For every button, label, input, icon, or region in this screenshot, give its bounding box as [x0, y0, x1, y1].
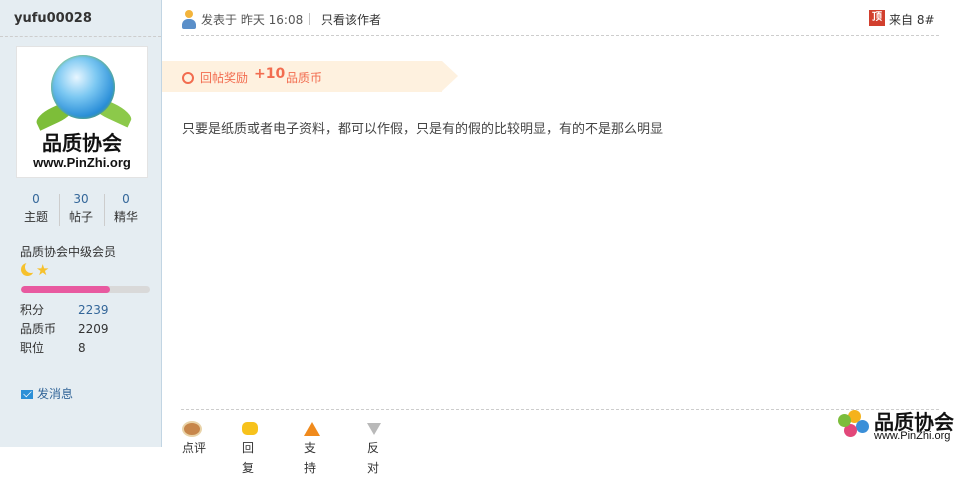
send-message-link[interactable]: 发消息	[21, 385, 73, 402]
user-group[interactable]: 品质协会中级会员	[20, 243, 116, 260]
stat-posts-value: 30	[73, 192, 89, 206]
star-icon: ★	[36, 261, 50, 279]
divider	[181, 35, 939, 36]
stat-topics[interactable]: 0 主题	[14, 190, 58, 226]
info-key: 品质币	[20, 322, 57, 336]
send-message-label: 发消息	[37, 387, 74, 401]
stat-digest[interactable]: 0 精华	[104, 190, 148, 226]
user-stats: 0 主题 30 帖子 0 精华	[14, 190, 148, 230]
comment-button[interactable]: 点评	[182, 418, 206, 455]
user-online-icon	[181, 10, 197, 30]
globe-icon	[51, 55, 115, 119]
stat-posts-label: 帖子	[68, 210, 93, 224]
reply-reward-banner: 回帖奖励 +10 品质币	[162, 61, 458, 92]
username-link[interactable]: yufu00028	[14, 11, 92, 26]
divider	[181, 409, 939, 410]
comment-icon	[182, 420, 202, 437]
ring-icon	[182, 72, 194, 84]
divider	[0, 36, 161, 37]
reward-unit: 品质币	[286, 71, 323, 85]
info-value: 8	[78, 341, 86, 355]
arrow-down-icon	[367, 422, 381, 435]
site-watermark: 品质协会 www.PinZhi.org	[838, 406, 958, 446]
reward-amount: +10	[254, 66, 286, 82]
arrow-up-icon	[304, 421, 320, 436]
user-sidebar: yufu00028 品质协会 www.PinZhi.org 0 主题 30 帖子…	[0, 0, 162, 447]
comment-label: 点评	[182, 441, 207, 455]
support-button[interactable]: 支持	[304, 418, 326, 475]
support-label: 支持	[304, 441, 317, 475]
oppose-button[interactable]: 反对	[367, 418, 387, 475]
bump-icon[interactable]: 顶	[869, 10, 885, 26]
moon-icon	[21, 261, 37, 276]
info-key: 职位	[20, 341, 45, 355]
reply-label: 回复	[242, 441, 255, 475]
info-row-position: 职位 8	[20, 339, 150, 358]
level-progress-bar	[21, 286, 150, 293]
reply-button[interactable]: 回复	[242, 418, 262, 475]
logo-petal	[838, 414, 851, 427]
stat-digest-label: 精华	[113, 210, 138, 224]
reward-label: 回帖奖励	[200, 71, 249, 85]
user-info: 积分 2239 品质币 2209 职位 8	[20, 301, 150, 358]
stat-posts[interactable]: 30 帖子	[59, 190, 103, 226]
avatar-url: www.PinZhi.org	[33, 155, 131, 170]
post-header: 发表于 昨天 16:08 只看该作者 顶 来自 8#	[181, 8, 941, 30]
info-row-points: 积分 2239	[20, 301, 150, 320]
info-key: 积分	[20, 303, 45, 317]
level-progress-fill	[21, 286, 110, 293]
post-time: 发表于 昨天 16:08	[201, 13, 304, 27]
stat-topics-label: 主题	[23, 210, 48, 224]
avatar-title: 品质协会	[42, 131, 122, 155]
mail-icon	[21, 390, 33, 399]
stat-digest-value: 0	[122, 192, 130, 206]
stat-topics-value: 0	[32, 192, 40, 206]
oppose-label: 反对	[367, 441, 380, 475]
logo-petal	[856, 420, 869, 433]
info-row-coins: 品质币 2209	[20, 320, 150, 339]
reply-icon	[242, 422, 258, 435]
watermark-url: www.PinZhi.org	[874, 430, 951, 442]
info-value[interactable]: 2239	[78, 301, 109, 320]
info-value: 2209	[78, 322, 109, 336]
post-content: 只要是纸质或者电子资料，都可以作假，只是有的假的比较明显，有的不是那么明显	[182, 122, 664, 137]
floor-number[interactable]: 来自 8#	[889, 11, 935, 28]
divider	[309, 13, 310, 25]
only-author-link[interactable]: 只看该作者	[321, 11, 381, 28]
avatar[interactable]: 品质协会 www.PinZhi.org	[16, 46, 148, 178]
